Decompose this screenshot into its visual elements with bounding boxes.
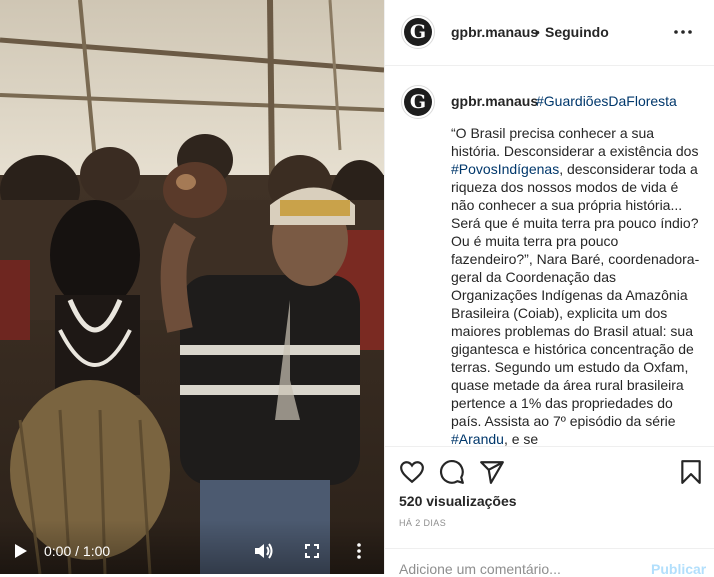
fullscreen-button[interactable] [303,542,321,560]
options-button[interactable] [673,22,693,42]
comment-input[interactable] [399,561,619,577]
volume-icon [255,543,273,559]
publish-button[interactable]: Publicar [651,561,706,577]
post-timestamp[interactable]: HÁ 2 DIAS [399,518,446,528]
play-button[interactable] [12,542,30,560]
video-player[interactable]: 0:00 / 1:00 [0,0,384,574]
more-horizontal-icon [674,30,692,34]
instagram-post: 0:00 / 1:00 G gpbr.manaus • Seguindo G g… [0,0,714,577]
username-link[interactable]: gpbr.manaus [451,24,538,40]
play-icon [15,544,27,558]
caption-username[interactable]: gpbr.manaus [451,93,538,109]
comment-icon [440,460,464,484]
hashtag-link[interactable]: #Arandu [451,431,504,446]
video-menu-button[interactable] [350,542,368,560]
share-button[interactable] [479,459,505,485]
more-vertical-icon [357,543,361,559]
caption-hashtag[interactable]: #GuardiõesDaFloresta [536,93,677,109]
send-icon [480,461,504,484]
comment-button[interactable] [439,459,465,485]
post-actions: 520 visualizações HÁ 2 DIAS Publicar [385,446,714,577]
bookmark-icon [681,460,701,484]
volume-button[interactable] [254,542,274,560]
video-frame [0,0,384,574]
caption-area: G gpbr.manaus #GuardiõesDaFloresta “O Br… [385,66,714,446]
post-sidebar: G gpbr.manaus • Seguindo G gpbr.manaus #… [384,0,714,577]
view-count[interactable]: 520 visualizações [399,493,517,509]
hashtag-link[interactable]: #PovosIndígenas [451,161,559,177]
separator-dot: • [535,24,540,40]
video-controls: 0:00 / 1:00 [0,520,384,574]
avatar[interactable]: G [401,15,435,49]
avatar-letter: G [404,18,432,46]
avatar[interactable]: G [401,85,435,119]
video-time: 0:00 / 1:00 [44,543,111,559]
post-header: G gpbr.manaus • Seguindo [385,0,714,66]
caption-text: “O Brasil precisa conhecer a sua históri… [451,124,703,446]
caption-part: “O Brasil precisa conhecer a sua históri… [451,125,699,159]
caption-part: , e se [503,431,539,446]
add-comment-bar: Publicar [385,548,714,577]
caption-part: , desconsiderar toda a riqueza dos nosso… [451,161,700,429]
fullscreen-icon [305,544,319,558]
save-button[interactable] [679,459,705,485]
following-button[interactable]: Seguindo [545,24,609,40]
like-button[interactable] [399,459,425,485]
heart-icon [400,461,424,484]
avatar-letter: G [404,88,432,116]
